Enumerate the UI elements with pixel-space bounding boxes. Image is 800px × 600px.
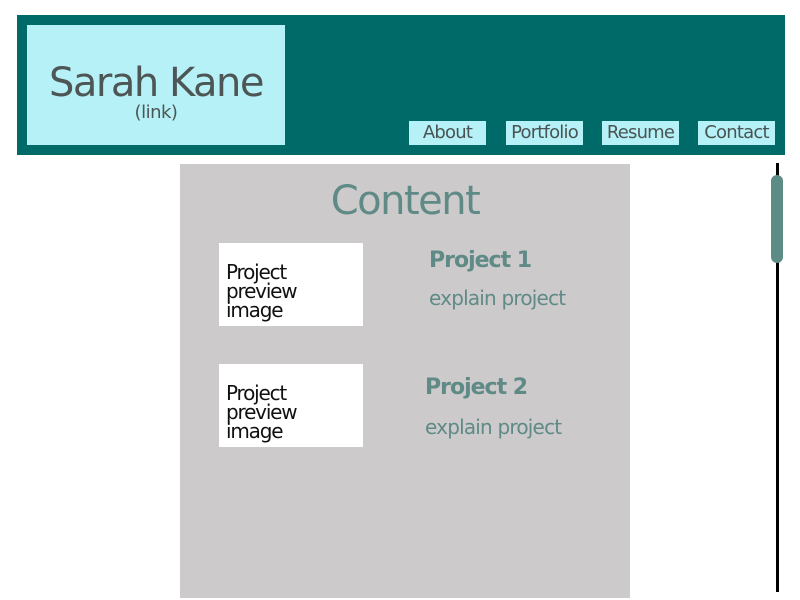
project-1-title[interactable]: Project 1 bbox=[429, 248, 532, 274]
site-header: Sarah Kane (link) About Portfolio Resume… bbox=[17, 15, 785, 155]
project-2-description: explain project bbox=[425, 415, 562, 439]
content-title: Content bbox=[330, 178, 481, 224]
logo-link[interactable]: (link) bbox=[27, 103, 285, 123]
nav-portfolio-button[interactable]: Portfolio bbox=[506, 121, 583, 145]
project-1-preview-image[interactable]: Project preview image bbox=[219, 243, 363, 326]
project-1-description: explain project bbox=[429, 286, 566, 310]
site-owner-name: Sarah Kane bbox=[49, 60, 264, 106]
content-panel: Content Project preview image Project 1 … bbox=[180, 164, 630, 598]
logo-box[interactable]: Sarah Kane (link) bbox=[27, 25, 285, 145]
scrollbar-thumb[interactable] bbox=[771, 175, 783, 263]
nav-resume-button[interactable]: Resume bbox=[602, 121, 679, 145]
nav-about-button[interactable]: About bbox=[409, 121, 486, 145]
project-2-preview-image[interactable]: Project preview image bbox=[219, 364, 363, 447]
project-2-title[interactable]: Project 2 bbox=[425, 375, 528, 401]
nav-contact-button[interactable]: Contact bbox=[698, 121, 775, 145]
